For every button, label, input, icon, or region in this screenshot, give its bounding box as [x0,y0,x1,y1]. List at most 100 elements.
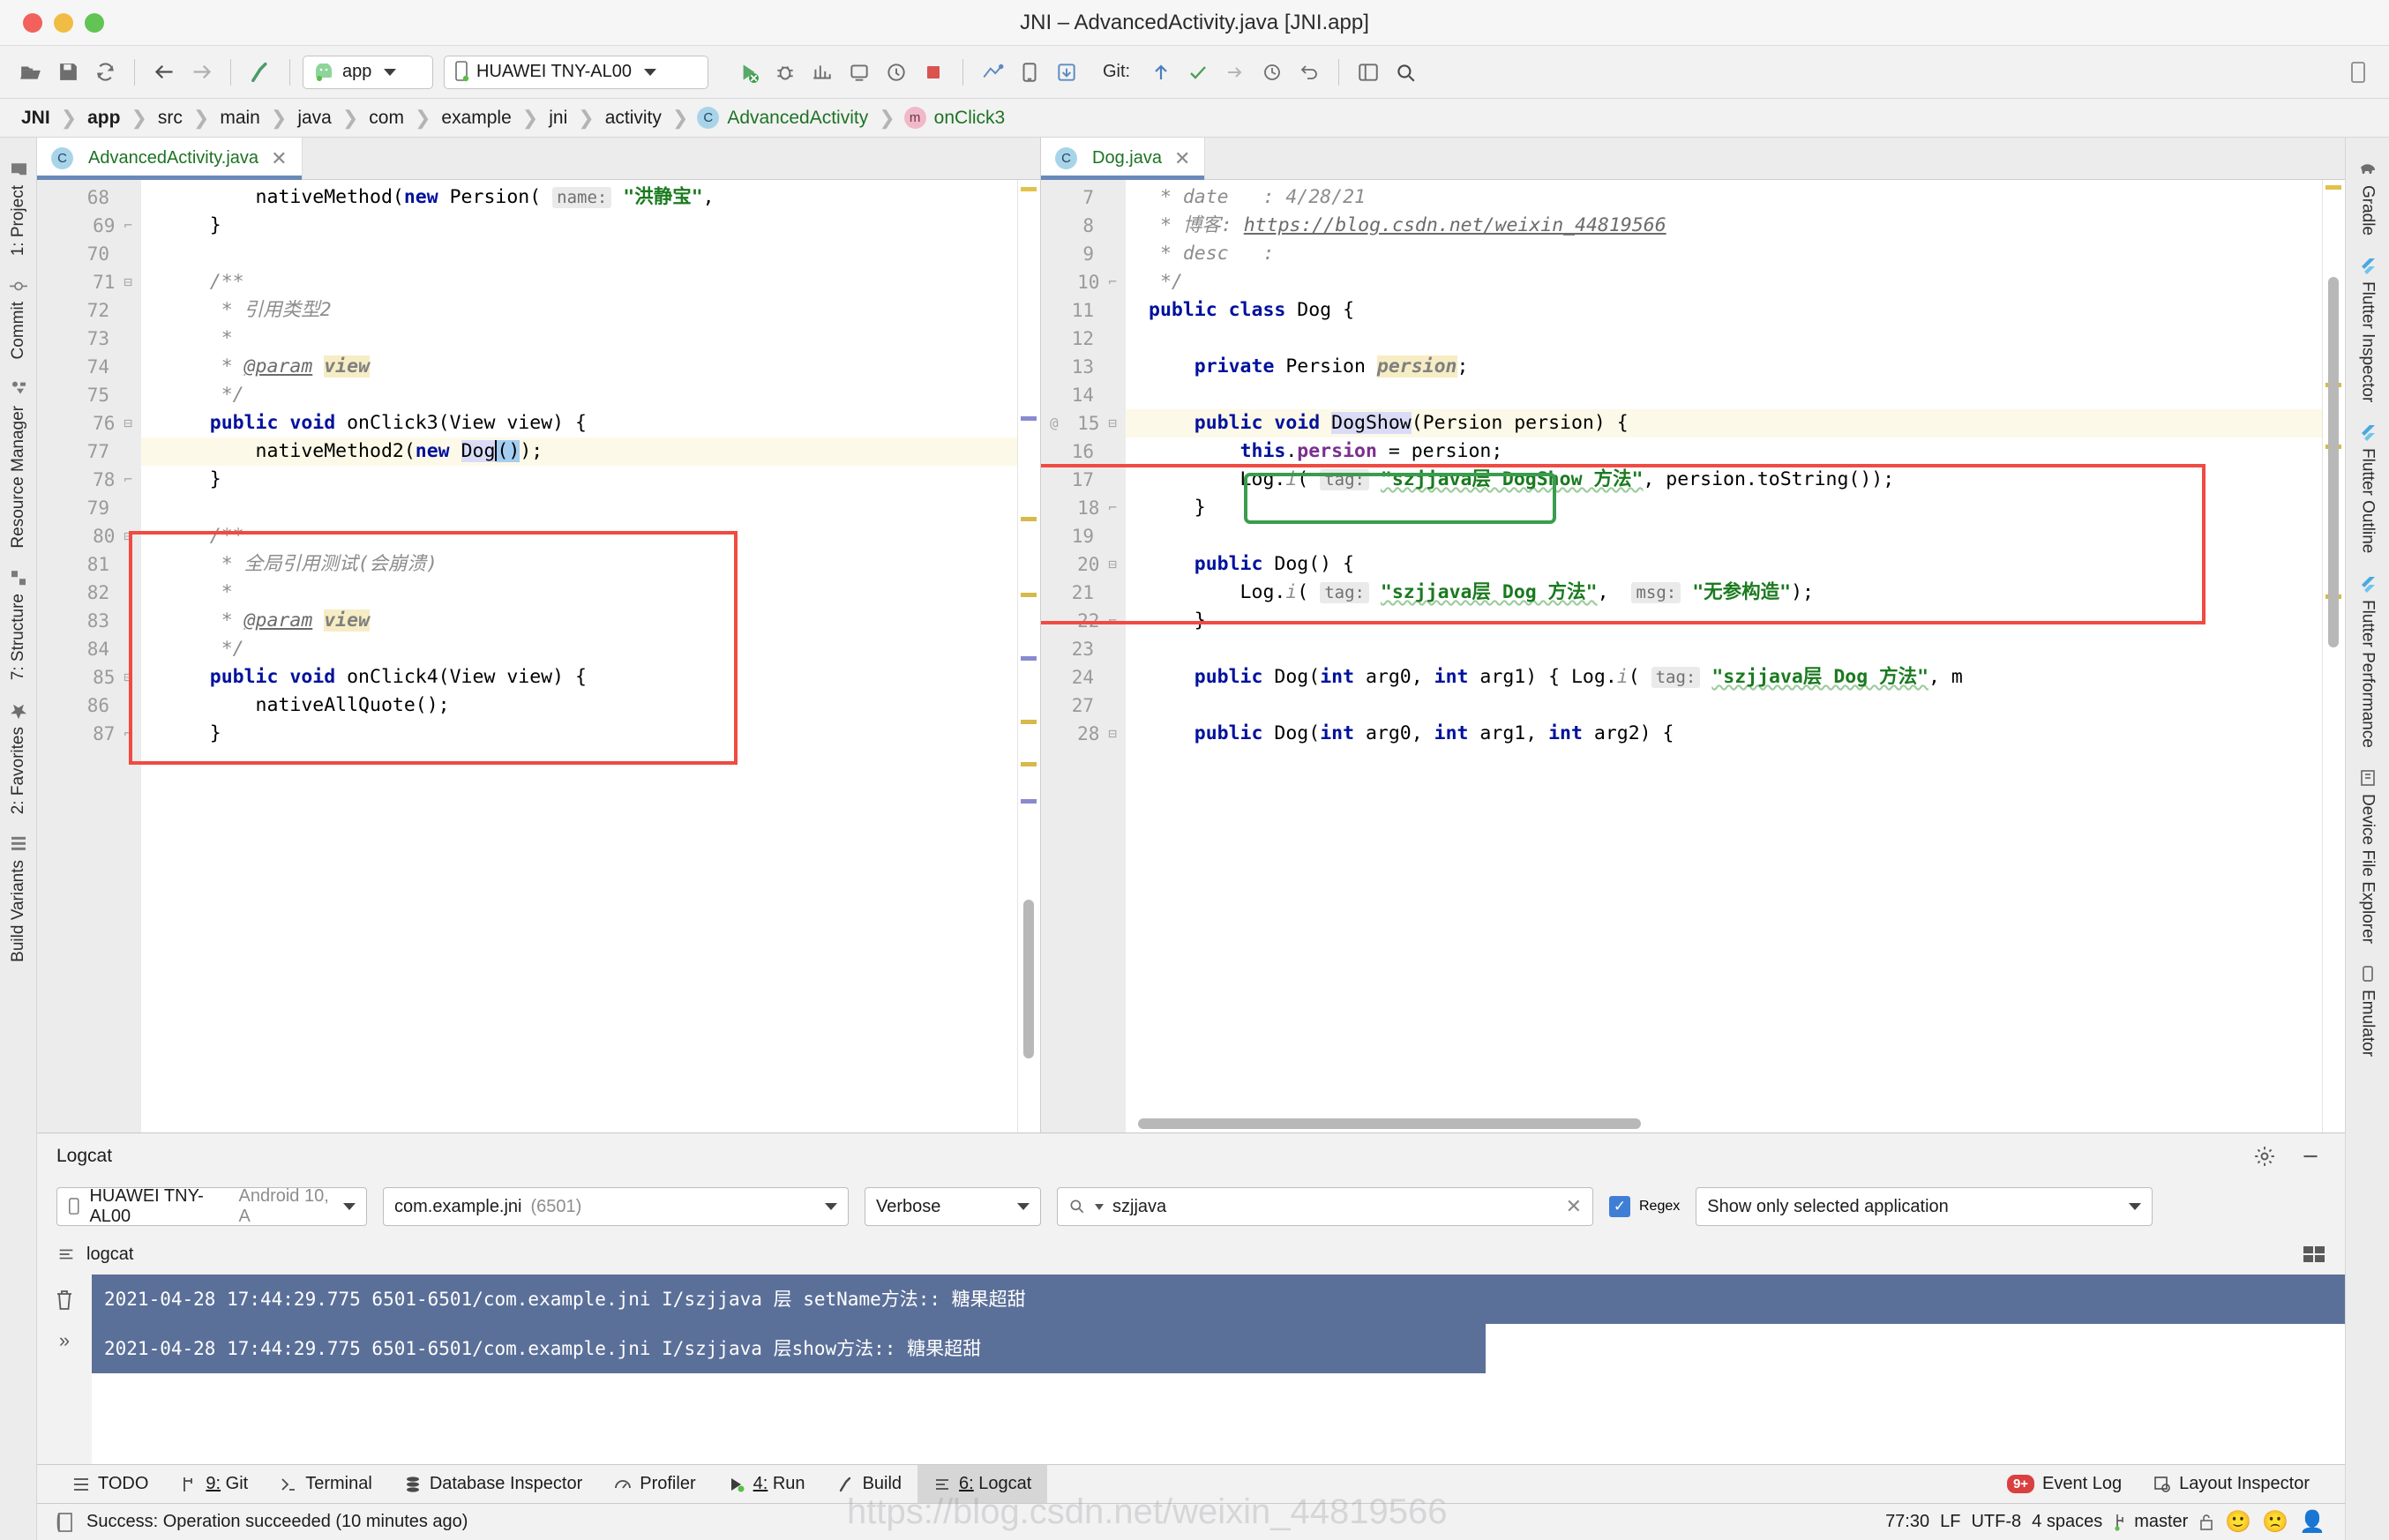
code-line[interactable] [1126,522,2322,550]
fold-marker-icon[interactable]: ⌐ [1108,494,1117,522]
avd-manager-icon[interactable] [1013,56,1046,89]
sidebar-item-emulator[interactable]: Emulator [2358,954,2378,1067]
commit-icon[interactable] [1181,56,1215,89]
chevron-down-icon[interactable] [644,68,656,76]
fold-marker-icon[interactable]: ⊟ [1108,720,1117,748]
line-number[interactable]: 12 [1041,325,1126,353]
logcat-level-selector[interactable]: Verbose [865,1187,1041,1226]
sidebar-item-device-file-explorer[interactable]: Device File Explorer [2358,759,2378,954]
sidebar-item-project[interactable]: 1: Project [9,150,28,266]
sidebar-item-flutter-performance[interactable]: Flutter Performance [2358,564,2378,759]
forward-arrow-icon[interactable] [184,56,218,89]
code-line[interactable]: nativeMethod(new Persion( name: "洪静宝", [141,183,1017,212]
code-line[interactable] [1126,325,2322,353]
scrollbar-thumb-left[interactable] [1023,900,1034,1058]
line-number[interactable]: 87 ⌐ [37,720,141,748]
sidebar-item-flutter-inspector[interactable]: Flutter Inspector [2358,246,2378,413]
line-number[interactable]: 78 ⌐ [37,466,141,494]
code-line[interactable]: * date : 4/28/21 [1126,183,2322,212]
line-number[interactable]: 77 [37,437,141,466]
line-number[interactable]: 23 [1041,635,1126,663]
line-number[interactable]: 84 [37,635,141,663]
minimize-icon[interactable] [2299,1145,2322,1168]
line-number[interactable]: 13 [1041,353,1126,381]
line-number[interactable]: 14 [1041,381,1126,409]
revert-icon[interactable] [1292,56,1326,89]
line-number[interactable]: 70 [37,240,141,268]
debug-icon[interactable] [768,56,802,89]
line-number[interactable]: 16 [1041,437,1126,466]
tool-window-database-inspector[interactable]: Database Inspector [388,1465,598,1504]
logcat-output[interactable]: » 2021-04-28 17:44:29.775 6501-6501/com.… [37,1275,2345,1464]
chevron-down-icon[interactable] [1095,1203,1104,1210]
wrap-lines-icon[interactable] [2303,1245,2325,1264]
fold-marker-icon[interactable]: ⊟ [1108,550,1117,579]
fold-marker-icon[interactable]: ⊟ [1108,409,1117,437]
line-number[interactable]: 74 [37,353,141,381]
line-number[interactable]: 72 [37,296,141,325]
tool-window-event-log[interactable]: 9+ Event Log [1991,1465,2138,1504]
code-line[interactable]: public Dog(int arg0, int arg1, int arg2)… [1126,720,2322,748]
line-number[interactable]: 11 [1041,296,1126,325]
fold-marker-icon[interactable]: ⊟ [124,409,132,437]
tool-window-logcat[interactable]: 6: Logcat [917,1464,1048,1504]
chevron-down-icon[interactable] [384,68,397,76]
sidebar-item-favorites[interactable]: 2: Favorites [9,692,28,825]
tool-window-git[interactable]: 9: Git [164,1465,264,1504]
scrollbar-thumb-right[interactable] [2328,277,2339,647]
maximize-window-button[interactable] [85,12,104,33]
line-number[interactable]: 21 [1041,579,1126,607]
breadcrumb-item-method[interactable]: onClick3 [932,108,1007,129]
editor-body-left[interactable]: 68 69 ⌐ 70 71 ⊟ 72 73 74 75 76 ⊟ 77 78 ⌐ 79 80 ⊟ 81 82 83 84 8… [37,180,1040,1133]
caret-position[interactable]: 77:30 [1885,1512,1929,1532]
code-line[interactable]: public Dog() { [1126,550,2322,579]
code-line[interactable] [1126,381,2322,409]
code-line[interactable]: * 全局引用测试(会崩溃) [141,550,1017,579]
line-number[interactable]: 82 [37,579,141,607]
code-line[interactable]: } [1126,494,2322,522]
code-line[interactable]: } [141,720,1017,748]
code-line[interactable]: * desc : [1126,240,2322,268]
code-line[interactable]: public void onClick3(View view) { [141,409,1017,437]
line-number[interactable]: 27 [1041,692,1126,720]
fold-marker-icon[interactable]: ⊟ [124,522,132,550]
open-folder-icon[interactable] [14,56,48,89]
code-line[interactable]: nativeMethod2(new Dog()); [141,437,1017,466]
chevron-down-icon[interactable] [825,1203,837,1210]
fold-marker-icon[interactable]: ⌐ [124,212,132,240]
close-icon[interactable]: ✕ [1174,147,1190,170]
line-separator[interactable]: LF [1940,1512,1960,1532]
code-line[interactable]: this.persion = persion; [1126,437,2322,466]
override-marker-icon[interactable]: @ [1050,409,1059,437]
fold-marker-icon[interactable]: ⌐ [1108,268,1117,296]
breadcrumb-item-src[interactable]: src [156,108,184,129]
line-number[interactable]: 86 [37,692,141,720]
line-number[interactable]: 8 [1041,212,1126,240]
logcat-filter-selector[interactable]: Show only selected application [1696,1187,2153,1226]
editor-body-right[interactable]: 7 8 9 10 ⌐ 11 12 13 14 @15 ⊟ 16 17 18 ⌐ 19 20 ⊟ 21 22 ⌐ 23 24 2… [1041,180,2345,1133]
push-icon[interactable] [1218,56,1252,89]
clear-search-icon[interactable]: ✕ [1566,1195,1582,1218]
code-line[interactable]: public Dog(int arg0, int arg1) { Log.i( … [1126,663,2322,692]
line-number-gutter-left[interactable]: 68 69 ⌐ 70 71 ⊟ 72 73 74 75 76 ⊟ 77 78 ⌐ 79 80 ⊟ 81 82 83 84 8… [37,180,141,1133]
sync-icon[interactable] [88,56,122,89]
code-line[interactable]: } [1126,607,2322,635]
code-line[interactable]: * 引用类型2 [141,296,1017,325]
history-icon[interactable] [1255,56,1289,89]
lock-icon[interactable] [2198,1513,2214,1532]
marker-bar-right[interactable] [2322,180,2345,1133]
code-line[interactable]: Log.i( tag: "szjjava层 DogShow 方法", persi… [1126,466,2322,494]
close-window-button[interactable] [23,12,42,33]
user-account-icon[interactable] [2341,56,2375,89]
logcat-subtab-label[interactable]: logcat [86,1245,133,1265]
code-line[interactable] [141,240,1017,268]
logcat-process-selector[interactable]: com.example.jni (6501) [383,1187,849,1226]
line-number[interactable]: @15 ⊟ [1041,409,1126,437]
code-line[interactable]: public void onClick4(View view) { [141,663,1017,692]
update-project-icon[interactable] [1144,56,1178,89]
module-selector[interactable]: app [303,55,433,89]
expand-icon[interactable]: » [59,1329,70,1352]
line-number[interactable]: 10 ⌐ [1041,268,1126,296]
line-number[interactable]: 9 [1041,240,1126,268]
tool-window-layout-inspector[interactable]: Layout Inspector [2138,1465,2325,1504]
